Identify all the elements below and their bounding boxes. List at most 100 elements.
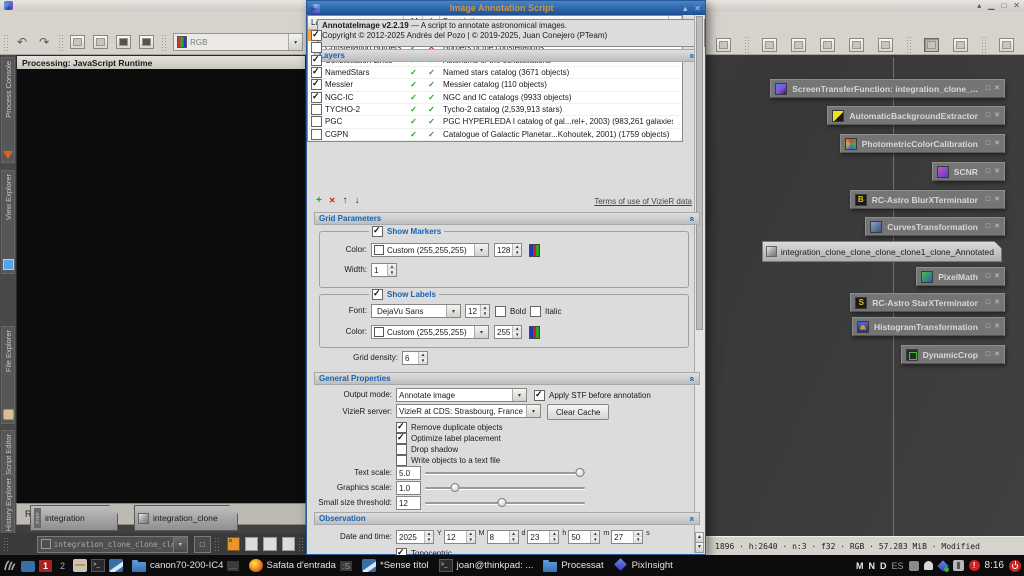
indicator-d[interactable]: D xyxy=(880,561,887,571)
collapse-icon[interactable]: « xyxy=(687,516,697,521)
zoom-window-icon[interactable] xyxy=(953,37,968,52)
close-icon[interactable]: ✕ xyxy=(994,140,1000,148)
notifications-bell-icon[interactable] xyxy=(923,561,933,570)
snapshot-icon[interactable] xyxy=(93,35,109,49)
color-picker-icon[interactable] xyxy=(529,244,540,257)
restore-icon[interactable]: □ xyxy=(986,273,990,281)
taskbar-window-button[interactable]: Processat xyxy=(538,559,608,572)
clock[interactable]: 8:16 xyxy=(985,560,1004,571)
workspace-thumb-1[interactable] xyxy=(226,537,241,551)
apply-stf-checkbox[interactable] xyxy=(534,389,545,401)
power-icon[interactable] xyxy=(1009,559,1021,572)
image-tab-integration[interactable]: XISF integration xyxy=(30,505,118,531)
rollup-icon[interactable]: ▴ xyxy=(683,4,687,13)
chevron-down-icon[interactable] xyxy=(512,389,526,401)
toolbar-handle[interactable] xyxy=(298,536,303,552)
keyboard-layout-indicator[interactable]: ES xyxy=(892,561,904,571)
slider-thumb[interactable] xyxy=(575,468,585,477)
vizier-terms-link[interactable]: Terms of use of VizieR data xyxy=(594,197,692,206)
italic-checkbox[interactable] xyxy=(530,306,542,317)
table-row[interactable]: Messier ✓ ✓ Messier catalog (110 objects… xyxy=(308,78,682,92)
toolbar-handle[interactable] xyxy=(58,33,64,51)
move-up-button[interactable]: ↑ xyxy=(343,195,348,206)
restore-icon[interactable]: □ xyxy=(986,140,990,148)
console-titlebar[interactable]: Processing: JavaScript Runtime xyxy=(17,56,305,69)
marker-width-spinner[interactable]: 1 ▲ ▼ xyxy=(371,263,397,277)
section-layers[interactable]: Layers « xyxy=(314,49,700,62)
show-markers-checkbox[interactable] xyxy=(372,225,383,237)
volume-tray-icon[interactable] xyxy=(952,560,964,571)
sidebar-tab-view[interactable]: View Explorer xyxy=(1,170,15,274)
show-labels-checkbox[interactable] xyxy=(372,288,383,300)
close-icon[interactable]: ✕ xyxy=(1013,1,1020,10)
image-icon[interactable] xyxy=(116,35,132,49)
close-icon[interactable]: ✕ xyxy=(994,223,1000,231)
section-grid-parameters[interactable]: Grid Parameters « xyxy=(314,212,700,225)
restore-icon[interactable]: □ xyxy=(986,168,990,176)
indicator-n[interactable]: N xyxy=(869,561,876,571)
pin-icon[interactable]: ▴ xyxy=(977,1,981,10)
layer-checkbox[interactable] xyxy=(311,54,322,66)
table-row[interactable]: PGC ✓ ✓ PGC HYPERLEDA I catalog of gal..… xyxy=(308,116,682,129)
scroll-down-icon[interactable]: ▼ xyxy=(695,542,704,553)
font-combo[interactable]: DejaVu Sans xyxy=(371,304,461,318)
hour-spinner[interactable]: 23 ▲ ▼ xyxy=(527,530,560,544)
table-row[interactable]: CGPN ✓ ✓ Catalogue of Galactic Planetar.… xyxy=(308,128,682,141)
table-scrollbar[interactable]: ▲ ▼ xyxy=(694,15,704,553)
close-icon[interactable]: ✕ xyxy=(994,168,1000,176)
close-icon[interactable]: ✕ xyxy=(994,85,1000,93)
taskbar-window-button[interactable]: canon70-200-IC4 ... xyxy=(127,559,244,572)
drop-shadow-checkbox[interactable] xyxy=(396,444,407,455)
workspace-thumb-2[interactable] xyxy=(245,537,259,551)
close-icon[interactable]: ✕ xyxy=(994,299,1000,307)
process-window-titlebar[interactable]: PhotometricColorCalibration □ ✕ xyxy=(839,134,1005,153)
window-tool-icon[interactable] xyxy=(820,37,835,52)
restore-icon[interactable]: □ xyxy=(986,196,990,204)
chevron-down-icon[interactable] xyxy=(446,305,460,317)
taskbar-window-button[interactable]: Safata d'entrada :S xyxy=(244,559,357,572)
text-scale-slider[interactable] xyxy=(425,467,585,478)
window-tool-icon[interactable] xyxy=(791,37,806,52)
restore-icon[interactable]: □ xyxy=(986,223,990,231)
output-mode-combo[interactable]: Annotate image xyxy=(396,388,527,402)
image-tab-integration-clone[interactable]: integration_clone xyxy=(134,505,238,531)
process-window-titlebar[interactable]: PixelMath □ ✕ xyxy=(916,267,1005,286)
write-objects-checkbox[interactable] xyxy=(396,455,407,466)
optimize-labels-checkbox[interactable] xyxy=(396,432,407,444)
marker-alpha-spinner[interactable]: 128 ▲ ▼ xyxy=(494,243,522,257)
marker-color-combo[interactable]: Custom (255,255,255) xyxy=(371,243,489,257)
collapse-icon[interactable]: « xyxy=(687,376,697,381)
window-tool-icon[interactable] xyxy=(999,37,1014,52)
terminal-launcher-icon[interactable]: >_ xyxy=(91,559,106,572)
graphics-scale-input[interactable]: 1.0 xyxy=(396,481,421,495)
alert-tray-icon[interactable]: ! xyxy=(968,560,980,571)
pixinsight-tray-icon[interactable] xyxy=(938,561,949,572)
process-window-titlebar[interactable]: B RC-Astro BlurXTerminator □ ✕ xyxy=(849,190,1005,209)
layer-checkbox[interactable] xyxy=(311,30,322,42)
image-copy-icon[interactable] xyxy=(139,35,155,49)
section-observation[interactable]: Observation « xyxy=(314,512,700,525)
chevron-down-icon[interactable] xyxy=(172,536,187,552)
workspace-1-button[interactable]: 1 xyxy=(39,559,53,572)
window-menu-icon[interactable] xyxy=(3,559,17,572)
workspace-2-button[interactable]: 2 xyxy=(56,560,69,572)
color-picker-icon[interactable] xyxy=(529,326,540,339)
desktop-icon[interactable] xyxy=(21,560,35,572)
layer-checkbox[interactable] xyxy=(311,42,322,54)
layer-checkbox[interactable] xyxy=(311,78,322,91)
chevron-down-icon[interactable] xyxy=(288,34,303,50)
process-window-titlebar[interactable]: HistogramTransformation □ ✕ xyxy=(851,317,1005,336)
new-window-icon[interactable]: □ xyxy=(193,535,211,553)
workspace-thumb-4[interactable] xyxy=(281,537,296,551)
slider-thumb[interactable] xyxy=(497,498,507,507)
dialog-close-icon[interactable]: ✕ xyxy=(694,4,701,13)
restore-icon[interactable]: □ xyxy=(986,299,990,307)
add-layer-button[interactable]: + xyxy=(316,195,322,206)
close-icon[interactable]: ✕ xyxy=(994,273,1000,281)
view-selector[interactable]: integration_clone_clone_clone_cl xyxy=(36,535,188,553)
process-window-titlebar[interactable]: DynamicCrop □ ✕ xyxy=(900,345,1005,364)
workspace-thumb-3[interactable] xyxy=(263,537,277,551)
sidebar-tab-console[interactable]: Process Console xyxy=(1,57,15,163)
window-tool-icon[interactable] xyxy=(849,37,864,52)
clear-cache-button[interactable]: Clear Cache xyxy=(547,404,610,420)
